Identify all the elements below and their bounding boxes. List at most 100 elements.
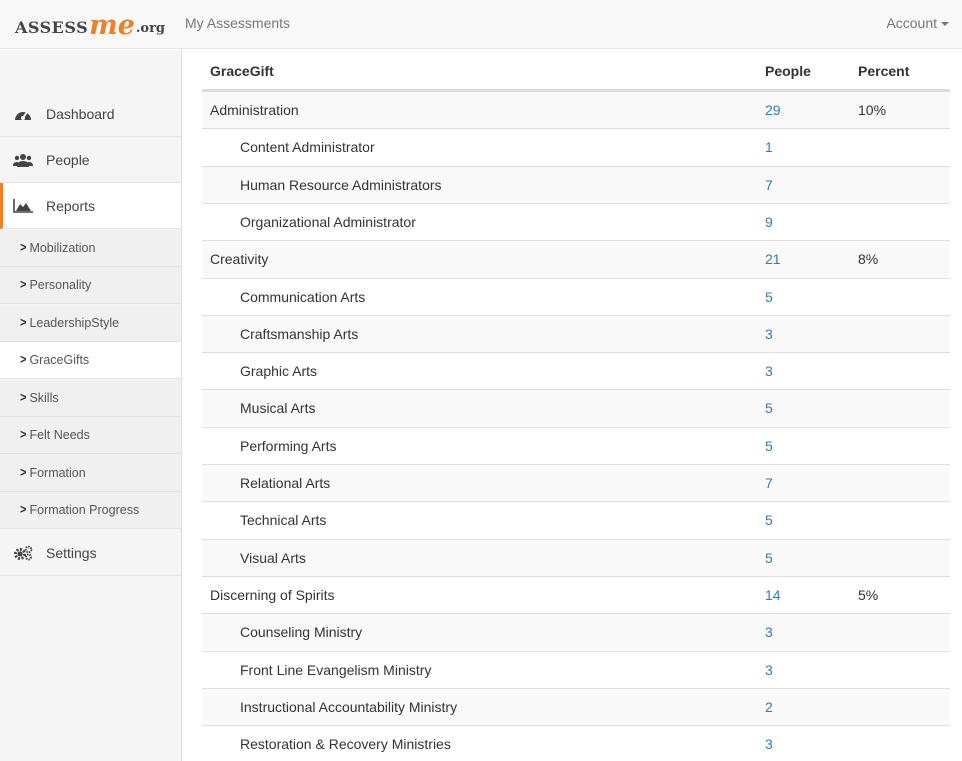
people-count-link[interactable]: 21 (765, 241, 781, 277)
gracegift-name: Content Administrator (240, 139, 375, 156)
table-row: Administration 29 10% (202, 91, 950, 128)
gracegift-name: Administration (210, 102, 299, 118)
gracegift-name: Performing Arts (240, 437, 337, 454)
gracegift-name: Graphic Arts (240, 363, 318, 380)
people-count-link[interactable]: 5 (765, 390, 773, 426)
gracegift-name: Counseling Ministry (240, 624, 363, 641)
account-dropdown[interactable]: Account (886, 15, 949, 31)
sidebar-subitem-skills[interactable]: > Skills (0, 380, 181, 417)
people-count-link[interactable]: 3 (765, 614, 773, 650)
gracegift-name: Craftsmanship Arts (240, 325, 359, 342)
my-assessments-link[interactable]: My Assessments (185, 15, 290, 31)
cogs-icon (12, 545, 34, 561)
table-row: Instructional Accountability Ministry 2 (202, 687, 950, 725)
chevron-right-icon: > (20, 390, 27, 406)
gracegift-name: Instructional Accountability Ministry (240, 698, 458, 715)
caret-down-icon (941, 22, 949, 27)
table-row: Communication Arts 5 (202, 277, 950, 315)
brand-text-me: me (89, 10, 135, 41)
sidebar-subitem-gracegifts[interactable]: > GraceGifts (0, 342, 181, 379)
table-row: Restoration & Recovery Ministries 3 (202, 725, 950, 761)
users-icon (12, 152, 34, 168)
people-count-link[interactable]: 2 (765, 689, 773, 725)
sidebar-item-dashboard[interactable]: Dashboard (0, 91, 181, 137)
gracegift-name: Communication Arts (240, 288, 366, 305)
people-count-link[interactable]: 3 (765, 353, 773, 389)
sidebar-item-settings[interactable]: Settings (0, 530, 181, 576)
gracegift-name: Visual Arts (240, 549, 306, 566)
account-label: Account (886, 15, 937, 31)
chevron-right-icon: > (20, 240, 27, 256)
table-row: Organizational Administrator 9 (202, 202, 950, 240)
people-count-link[interactable]: 7 (765, 167, 773, 203)
table-row: Discerning of Spirits 14 5% (202, 575, 950, 613)
sidebar-subitem-label: Felt Needs (29, 428, 90, 442)
people-count-link[interactable]: 3 (765, 726, 773, 761)
percent-value: 8% (858, 251, 879, 268)
sidebar-subitem-personality[interactable]: > Personality (0, 267, 181, 304)
percent-value: 5% (858, 586, 879, 603)
gracegift-name: Human Resource Administrators (240, 176, 442, 193)
sidebar-subitem-formation-progress[interactable]: > Formation Progress (0, 492, 181, 529)
brand-text-org: .org (135, 21, 166, 36)
gracegift-name: Discerning of Spirits (210, 586, 335, 603)
chevron-right-icon: > (20, 352, 27, 368)
top-navbar: ASSESS me .org My Assessments Account (0, 0, 962, 49)
sidebar-subitem-label: GraceGifts (29, 353, 90, 367)
people-count-link[interactable]: 5 (765, 279, 773, 315)
table-row: Graphic Arts 3 (202, 352, 950, 389)
gracegift-name: Restoration & Recovery Ministries (240, 736, 451, 753)
chevron-right-icon: > (20, 315, 27, 331)
sidebar-item-label: People (46, 151, 90, 168)
table-row: Front Line Evangelism Ministry 3 (202, 650, 950, 688)
sidebar-subitem-felt-needs[interactable]: > Felt Needs (0, 417, 181, 454)
table-row: Counseling Ministry 3 (202, 613, 950, 651)
sidebar-subitem-label: Skills (29, 391, 59, 405)
sidebar-subitem-label: Formation Progress (29, 503, 140, 517)
gracegift-name: Relational Arts (240, 475, 331, 491)
dashboard-icon (12, 106, 34, 122)
people-count-link[interactable]: 1 (765, 129, 773, 165)
people-count-link[interactable]: 3 (765, 652, 773, 688)
people-count-link[interactable]: 9 (765, 204, 773, 240)
table-row: Performing Arts 5 (202, 426, 950, 464)
sidebar-item-reports[interactable]: Reports (0, 183, 181, 229)
sidebar: Dashboard People Reports > Mobilization >… (0, 50, 182, 761)
sidebar-item-people[interactable]: People (0, 137, 181, 183)
people-count-link[interactable]: 5 (765, 540, 773, 576)
sidebar-subitem-label: LeadershipStyle (29, 316, 120, 330)
sidebar-subitem-mobilization[interactable]: > Mobilization (0, 230, 181, 267)
sidebar-item-label: Reports (46, 197, 96, 214)
people-count-link[interactable]: 29 (765, 92, 781, 128)
sidebar-subitem-leadershipstyle[interactable]: > LeadershipStyle (0, 305, 181, 342)
people-count-link[interactable]: 5 (765, 428, 773, 464)
gracegift-name: Organizational Administrator (240, 213, 416, 230)
brand-logo[interactable]: ASSESS me .org (15, 10, 166, 41)
gracegift-name: Creativity (210, 251, 269, 268)
table-row: Visual Arts 5 (202, 538, 950, 576)
brand-text-assess: ASSESS (15, 18, 89, 37)
chevron-right-icon: > (20, 277, 27, 293)
sidebar-subitem-label: Personality (29, 278, 92, 292)
table-row: Technical Arts 5 (202, 501, 950, 538)
area-chart-icon (12, 198, 34, 214)
chevron-right-icon: > (20, 427, 27, 443)
column-header-people: People (765, 62, 811, 79)
percent-value: 10% (858, 102, 887, 118)
table-row: Musical Arts 5 (202, 389, 950, 427)
column-header-gracegift: GraceGift (210, 62, 274, 79)
table-row: Craftsmanship Arts 3 (202, 314, 950, 352)
people-count-link[interactable]: 5 (765, 502, 773, 538)
sidebar-subitem-formation[interactable]: > Formation (0, 455, 181, 492)
people-count-link[interactable]: 7 (765, 465, 773, 501)
table-row: Creativity 21 8% (202, 240, 950, 278)
sidebar-item-label: Dashboard (46, 105, 115, 122)
table-row: Relational Arts 7 (202, 464, 950, 501)
sidebar-subitem-label: Formation (29, 466, 86, 480)
sidebar-subitem-label: Mobilization (29, 241, 96, 255)
table-row: Content Administrator 1 (202, 128, 950, 165)
people-count-link[interactable]: 14 (765, 577, 781, 613)
people-count-link[interactable]: 3 (765, 316, 773, 352)
gracegift-name: Musical Arts (240, 400, 316, 417)
column-header-percent: Percent (858, 62, 910, 79)
